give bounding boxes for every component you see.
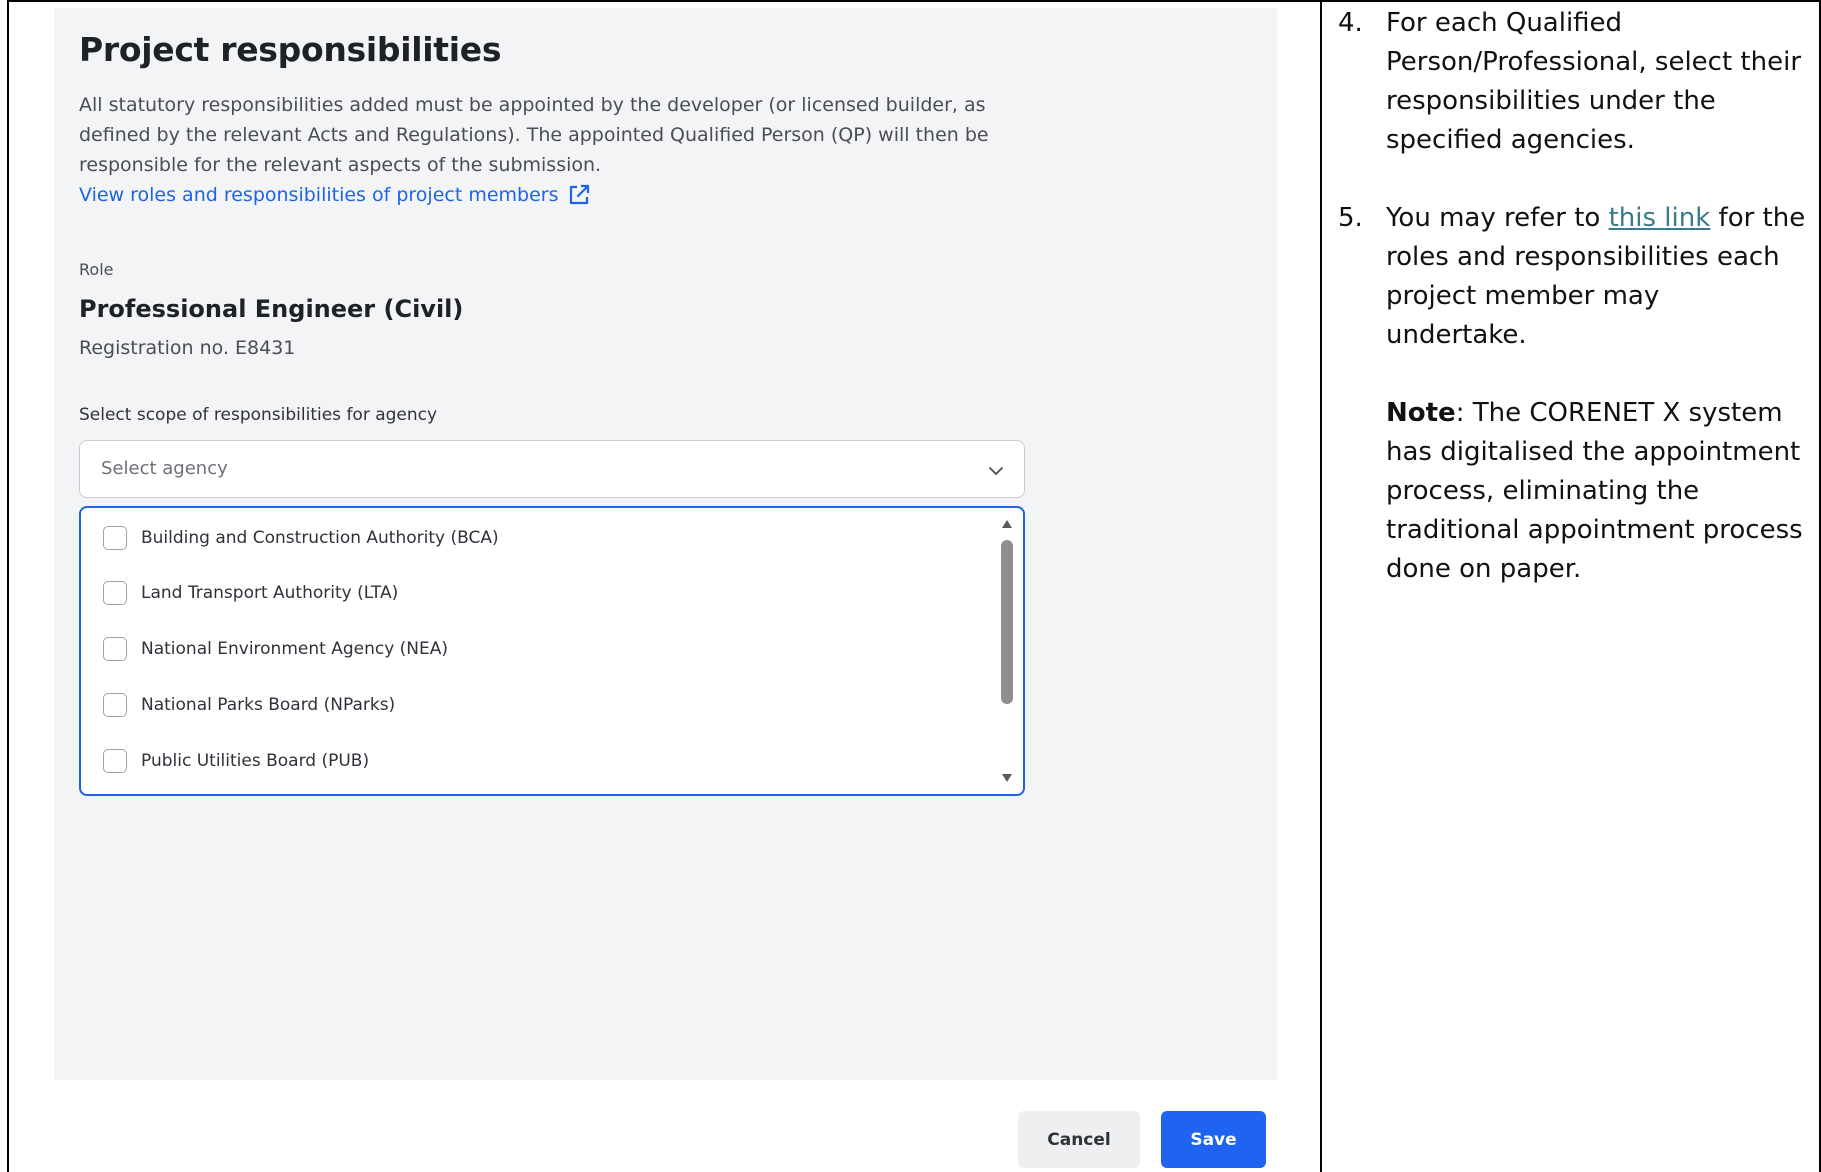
- chevron-down-icon: [989, 467, 1003, 475]
- page-title: Project responsibilities: [79, 30, 502, 69]
- agency-option-label: National Parks Board (NParks): [141, 695, 396, 715]
- agency-option-label: National Environment Agency (NEA): [141, 639, 449, 659]
- checkbox[interactable]: [103, 749, 127, 773]
- view-roles-link[interactable]: View roles and responsibilities of proje…: [79, 183, 591, 207]
- step-text: You may refer to this link for the roles…: [1386, 199, 1806, 355]
- save-button[interactable]: Save: [1161, 1111, 1266, 1168]
- agency-option-nea[interactable]: National Environment Agency (NEA): [103, 635, 448, 663]
- checkbox[interactable]: [103, 526, 127, 550]
- role-label: Role: [79, 260, 114, 279]
- agency-option-nparks[interactable]: National Parks Board (NParks): [103, 691, 395, 719]
- column-divider: [1320, 0, 1322, 1172]
- step-number: 5.: [1338, 203, 1363, 233]
- agency-select-placeholder: Select agency: [101, 458, 228, 479]
- checkbox[interactable]: [103, 693, 127, 717]
- external-link-icon: [570, 184, 590, 205]
- agency-option-bca[interactable]: Building and Construction Authority (BCA…: [103, 524, 499, 552]
- agency-option-label: Building and Construction Authority (BCA…: [141, 528, 499, 548]
- panel-description: All statutory responsibilities added mus…: [79, 94, 989, 176]
- view-roles-link-label: View roles and responsibilities of proje…: [79, 184, 559, 206]
- project-responsibilities-panel: Project responsibilities All statutory r…: [54, 8, 1277, 1080]
- scroll-thumb[interactable]: [1001, 540, 1013, 704]
- note-label: Note: [1386, 398, 1456, 428]
- checkbox[interactable]: [103, 581, 127, 605]
- checkbox[interactable]: [103, 637, 127, 661]
- note-paragraph: Note: The CORENET X system has digitalis…: [1386, 394, 1806, 589]
- agency-option-label: Public Utilities Board (PUB): [141, 751, 370, 771]
- document-page: Project responsibilities All statutory r…: [0, 0, 1821, 1172]
- agency-select[interactable]: Select agency: [79, 440, 1025, 498]
- agency-option-lta[interactable]: Land Transport Authority (LTA): [103, 579, 398, 607]
- cancel-button[interactable]: Cancel: [1018, 1111, 1140, 1168]
- agency-option-pub[interactable]: Public Utilities Board (PUB): [103, 747, 369, 775]
- step-text-pre: You may refer to: [1386, 203, 1609, 233]
- scroll-down-arrow-icon[interactable]: [1002, 774, 1012, 782]
- step-number: 4.: [1338, 8, 1363, 38]
- agency-scope-label: Select scope of responsibilities for age…: [79, 405, 438, 425]
- registration-number: Registration no. E8431: [79, 337, 296, 359]
- agency-dropdown-list: Building and Construction Authority (BCA…: [79, 506, 1025, 796]
- scroll-up-arrow-icon[interactable]: [1002, 520, 1012, 528]
- step-text: For each Qualified Person/Professional, …: [1386, 8, 1802, 155]
- dropdown-scrollbar[interactable]: [999, 516, 1015, 786]
- role-name: Professional Engineer (Civil): [79, 295, 464, 323]
- this-link[interactable]: this link: [1609, 203, 1711, 233]
- agency-option-label: Land Transport Authority (LTA): [141, 583, 399, 603]
